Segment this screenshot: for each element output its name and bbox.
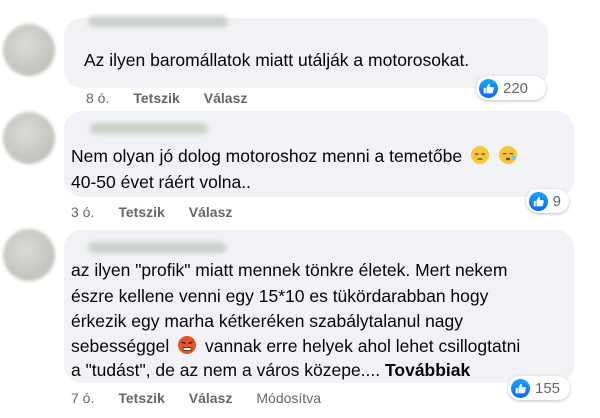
comment-timestamp[interactable]: 7 ó. xyxy=(71,388,94,408)
see-more-link[interactable]: Továbbiak xyxy=(385,360,470,380)
comment-timestamp[interactable]: 3 ó. xyxy=(71,202,94,222)
comment-text: Az ilyen baromállatok miatt utálják a mo… xyxy=(84,50,470,70)
edited-label: Módosítva xyxy=(256,390,321,406)
comment-actions: 7 ó. Tetszik Válasz Módosítva xyxy=(71,388,345,408)
like-button[interactable]: Tetszik xyxy=(133,88,179,108)
avatar[interactable] xyxy=(3,112,55,164)
comment-text: Nem olyan jó dolog motoroshoz menni a te… xyxy=(71,144,518,172)
reaction-summary[interactable]: 9 xyxy=(526,189,569,213)
comment-text: a "tudást", de az nem a város közepe....… xyxy=(71,358,470,383)
comment-text-line: sebességgel xyxy=(71,336,170,356)
reply-button[interactable]: Válasz xyxy=(204,88,248,108)
pensive-face-emoji xyxy=(470,145,490,172)
like-button[interactable]: Tetszik xyxy=(118,202,164,222)
reaction-summary[interactable]: 220 xyxy=(476,76,546,100)
reply-button[interactable]: Válasz xyxy=(189,388,233,408)
comment-text-line: a "tudást", de az nem a város közepe.... xyxy=(71,360,381,380)
comment-actions: 3 ó. Tetszik Válasz xyxy=(71,202,256,222)
comment-text-line: észre kellene venni egy 15*10 es tükörda… xyxy=(71,286,489,306)
comment-text-line: vannak erre helyek ahol lehet csillogtat… xyxy=(205,336,521,356)
comment-actions: 8 ó. Tetszik Válasz xyxy=(86,88,271,108)
author-name-redacted[interactable] xyxy=(90,123,208,134)
author-name-redacted[interactable] xyxy=(88,16,228,27)
comment-text-line: 40-50 évet ráért volna.. xyxy=(71,172,251,192)
reaction-count: 155 xyxy=(535,379,561,397)
like-reaction-icon xyxy=(529,191,548,211)
reaction-count: 9 xyxy=(552,192,561,210)
like-button[interactable]: Tetszik xyxy=(118,388,164,408)
author-name-redacted[interactable] xyxy=(88,242,226,253)
comment-text-line: Nem olyan jó dolog motoroshoz menni a te… xyxy=(71,146,463,166)
like-reaction-icon xyxy=(511,378,530,398)
avatar[interactable] xyxy=(3,24,55,76)
comment-timestamp[interactable]: 8 ó. xyxy=(86,88,109,108)
reply-button[interactable]: Válasz xyxy=(189,202,233,222)
sleepy-face-emoji xyxy=(498,145,518,172)
like-reaction-icon xyxy=(479,78,498,98)
reaction-count: 220 xyxy=(503,79,529,97)
reaction-summary[interactable]: 155 xyxy=(508,376,570,400)
comment-text-line: érkezik egy marha kétkeréken szabálytala… xyxy=(71,311,464,331)
comment-text-line: az ilyen "profik" miatt mennek tönkre él… xyxy=(71,260,508,280)
avatar[interactable] xyxy=(3,229,55,281)
